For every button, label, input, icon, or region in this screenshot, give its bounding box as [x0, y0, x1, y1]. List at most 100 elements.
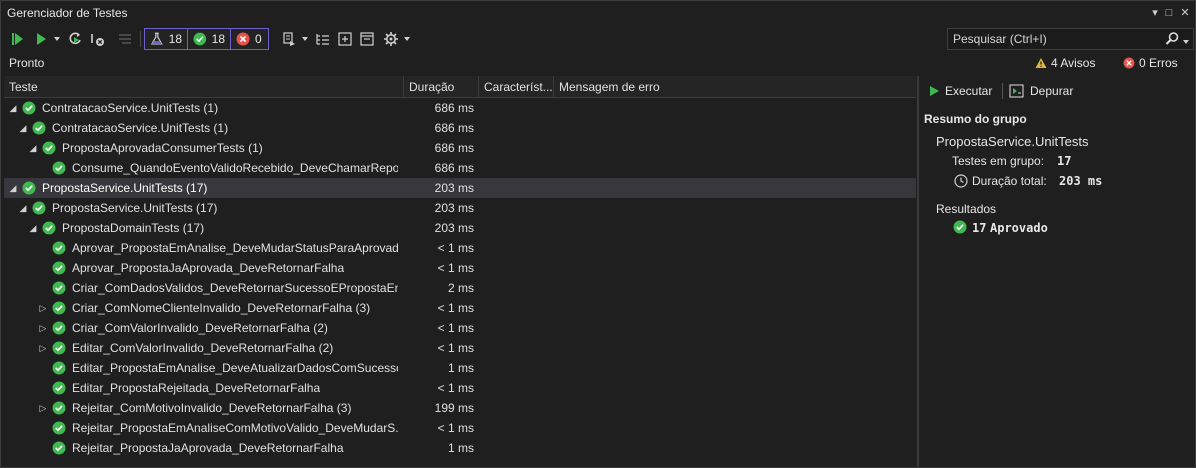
collapsed-arrow-icon[interactable]: ▷ [38, 342, 48, 354]
playlist-button[interactable] [279, 27, 299, 51]
run-group-label: Executar [945, 84, 993, 98]
failed-tests-count: 0 [255, 32, 262, 46]
expanded-arrow-icon[interactable]: ◢ [28, 222, 38, 234]
search-input[interactable] [948, 29, 1158, 49]
collapsed-arrow-icon[interactable]: ▷ [38, 302, 48, 314]
expanded-arrow-icon[interactable]: ◢ [8, 182, 18, 194]
test-row[interactable]: Editar_PropostaRejeitada_DeveRetornarFal… [4, 378, 916, 398]
test-name: ContratacaoService.UnitTests (1) [52, 121, 229, 135]
expanded-arrow-icon[interactable]: ◢ [18, 122, 28, 134]
passed-tests-count: 18 [211, 32, 225, 46]
passed-result-icon [953, 220, 967, 237]
check-circle-icon [193, 32, 207, 46]
column-header-traits[interactable]: Característ... [479, 76, 554, 98]
settings-dropdown-button[interactable] [401, 27, 413, 51]
passed-status-icon [52, 161, 66, 175]
failed-tests-filter[interactable]: 0 [230, 28, 269, 50]
test-duration: 203 ms [434, 221, 474, 235]
tests-in-group-label: Testes em grupo: [952, 154, 1045, 168]
passed-status-icon [22, 181, 36, 195]
passed-status-icon [52, 241, 66, 255]
debug-icon [1009, 84, 1024, 98]
status-text: Pronto [9, 56, 45, 70]
test-name: Rejeitar_PropostaEmAnaliseComMotivoValid… [72, 421, 398, 435]
test-row[interactable]: ▷ Criar_ComValorInvalido_DeveRetornarFalh… [4, 318, 916, 338]
expanded-arrow-icon[interactable]: ◢ [28, 142, 38, 154]
test-row[interactable]: Rejeitar_PropostaJaAprovada_DeveRetornar… [4, 438, 916, 458]
test-row[interactable]: Aprovar_PropostaEmAnalise_DeveMudarStatu… [4, 238, 916, 258]
refresh-icon [69, 32, 81, 45]
test-duration: < 1 ms [437, 381, 474, 395]
test-duration: 1 ms [447, 361, 474, 375]
test-name: Criar_ComValorInvalido_DeveRetornarFalha… [72, 321, 328, 335]
warnings-indicator[interactable]: 4 Avisos [1035, 56, 1095, 70]
test-row[interactable]: ◢ ContratacaoService.UnitTests (1) 686 ms [4, 118, 916, 138]
chevron-down-icon [302, 37, 308, 41]
run-all-button[interactable] [7, 27, 27, 51]
search-options-chevron-icon[interactable] [1182, 35, 1190, 49]
cancel-button[interactable] [87, 27, 107, 51]
test-row[interactable]: ◢ ContratacaoService.UnitTests (1) 686 ms [4, 98, 916, 118]
collapsed-arrow-icon[interactable]: ▷ [38, 322, 48, 334]
passed-status-icon [42, 221, 56, 235]
test-row[interactable]: Aprovar_PropostaJaAprovada_DeveRetornarF… [4, 258, 916, 278]
test-row[interactable]: Criar_ComDadosValidos_DeveRetornarSucess… [4, 278, 916, 298]
run-dropdown-button[interactable] [51, 27, 63, 51]
test-duration: 1 ms [447, 441, 474, 455]
test-name: Aprovar_PropostaEmAnalise_DeveMudarStatu… [72, 241, 398, 255]
group-name: PropostaService.UnitTests [936, 134, 1089, 149]
group-by-button[interactable] [115, 27, 135, 51]
total-tests-count: 18 [168, 32, 182, 46]
run-group-button[interactable]: Executar [928, 82, 992, 100]
error-circle-icon [236, 32, 250, 46]
test-row[interactable]: Rejeitar_PropostaEmAnaliseComMotivoValid… [4, 418, 916, 438]
hierarchy-view-button[interactable] [314, 27, 332, 51]
expanded-arrow-icon[interactable]: ◢ [18, 202, 28, 214]
passed-status-icon [42, 141, 56, 155]
column-header-test[interactable]: Teste [4, 76, 404, 98]
test-row[interactable]: ▷ Criar_ComNomeClienteInvalido_DeveRetorn… [4, 298, 916, 318]
test-duration: 203 ms [434, 201, 474, 215]
title-bar: Gerenciador de Testes ▾ □ ✕ [1, 1, 1195, 25]
passed-status-icon [32, 201, 46, 215]
column-header-error-message[interactable]: Mensagem de erro [554, 76, 916, 98]
expand-all-icon [338, 32, 352, 46]
repeat-last-run-button[interactable] [65, 27, 85, 51]
debug-group-button[interactable]: Depurar [1009, 82, 1073, 100]
column-header-duration[interactable]: Duração [404, 76, 479, 98]
collapsed-arrow-icon[interactable]: ▷ [38, 402, 48, 414]
test-row[interactable]: ▷ Rejeitar_ComMotivoInvalido_DeveRetornar… [4, 398, 916, 418]
search-icon[interactable] [1164, 31, 1180, 50]
test-row[interactable]: ◢ PropostaAprovadaConsumerTests (1) 686 ms [4, 138, 916, 158]
chevron-down-icon [404, 37, 410, 41]
run-all-icon [12, 33, 23, 45]
test-name: Editar_PropostaEmAnalise_DeveAtualizarDa… [72, 361, 398, 375]
test-duration: 686 ms [434, 121, 474, 135]
playlist-dropdown-button[interactable] [299, 27, 311, 51]
pane-splitter[interactable] [917, 76, 919, 468]
settings-button[interactable] [381, 27, 401, 51]
test-row[interactable]: Consume_QuandoEventoValidoRecebido_DeveC… [4, 158, 916, 178]
test-duration: 686 ms [434, 141, 474, 155]
gear-icon [384, 32, 398, 46]
expand-all-button[interactable] [336, 27, 354, 51]
passed-tests-filter[interactable]: 18 [187, 28, 231, 50]
collapse-all-button[interactable] [358, 27, 376, 51]
passed-status-icon [22, 101, 36, 115]
passed-status-icon [52, 301, 66, 315]
test-duration: < 1 ms [437, 261, 474, 275]
close-icon[interactable]: ✕ [1177, 5, 1193, 21]
maximize-icon[interactable]: □ [1161, 5, 1177, 21]
test-row[interactable]: ◢ PropostaDomainTests (17) 203 ms [4, 218, 916, 238]
errors-count: 0 Erros [1139, 56, 1178, 70]
test-row[interactable]: ◢ PropostaService.UnitTests (17) 203 ms [4, 198, 916, 218]
expanded-arrow-icon[interactable]: ◢ [8, 102, 18, 114]
test-row[interactable]: ▷ Editar_ComValorInvalido_DeveRetornarFal… [4, 338, 916, 358]
test-name: Criar_ComNomeClienteInvalido_DeveRetorna… [72, 301, 371, 315]
run-button[interactable] [31, 27, 51, 51]
test-row[interactable]: ◢ PropostaService.UnitTests (17) 203 ms [4, 178, 916, 198]
test-name: PropostaDomainTests (17) [62, 221, 205, 235]
test-row[interactable]: Editar_PropostaEmAnalise_DeveAtualizarDa… [4, 358, 916, 378]
total-tests-filter[interactable]: 18 [144, 28, 188, 50]
errors-indicator[interactable]: 0 Erros [1123, 56, 1178, 70]
